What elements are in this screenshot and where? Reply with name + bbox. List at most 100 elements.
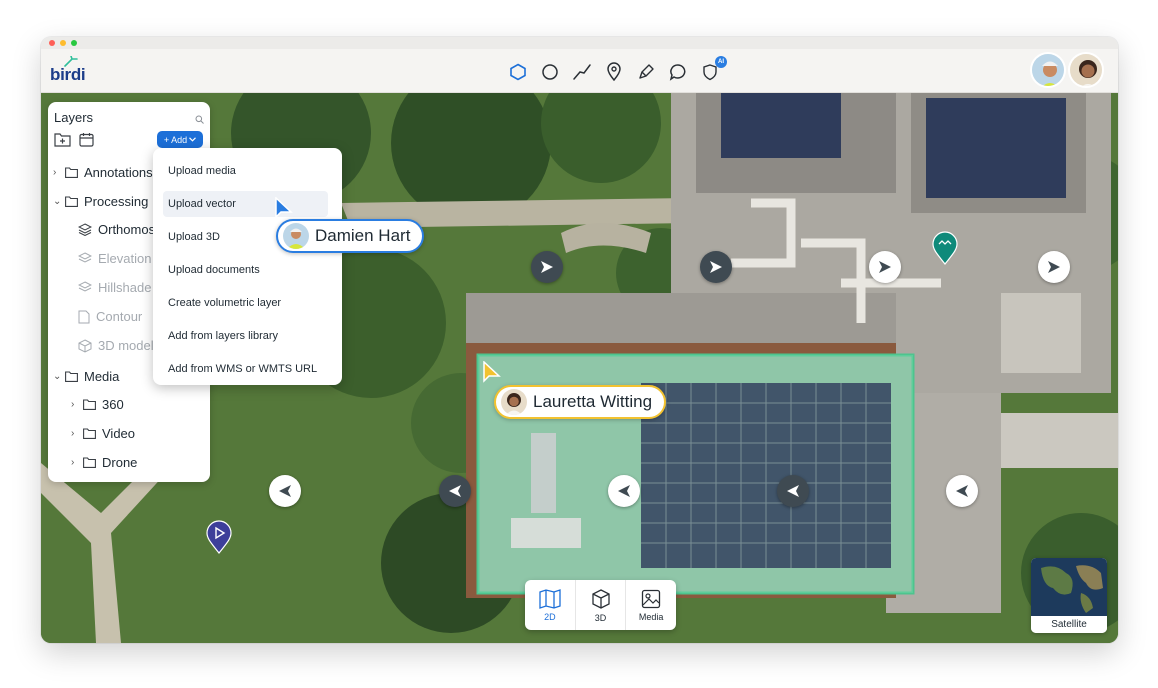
navigation-arrow-icon [618,485,630,497]
navigation-arrow-icon [279,485,291,497]
minimize-window-button[interactable] [60,40,66,46]
tree-item-processing[interactable]: ⌄ Processing [53,194,148,209]
folder-icon [83,428,96,439]
cube-icon [591,588,610,609]
close-window-button[interactable] [49,40,55,46]
cursor-damien-icon [275,197,293,219]
avatar-woman[interactable] [1068,52,1104,88]
tree-label: Drone [102,455,138,470]
tree-item-annotations[interactable]: › Annotations [53,165,153,180]
add-layer-button[interactable]: + Add [157,131,203,148]
navigation-arrow-icon [787,485,799,497]
folder-icon [65,371,78,382]
menu-item-create-volumetric[interactable]: Create volumetric layer [163,290,328,316]
menu-item-upload-media[interactable]: Upload media [163,158,328,184]
chevron-right-icon[interactable]: › [71,428,77,439]
menu-item-layers-library[interactable]: Add from layers library [163,323,328,349]
navigation-arrow-icon [449,485,461,497]
basemap-label: Satellite [1031,616,1107,633]
view-3d-button[interactable]: 3D [576,580,627,630]
tree-item-drone[interactable]: › Drone [71,455,137,470]
pin-tool-icon[interactable] [603,61,625,83]
calendar-icon[interactable] [79,132,94,152]
layers-title: Layers [54,110,94,125]
folder-icon [65,196,78,207]
folder-icon [83,457,96,468]
chevron-right-icon[interactable]: › [53,167,59,178]
collaborator-name: Lauretta Witting [533,392,653,411]
collaborator-name: Damien Hart [315,226,411,245]
collaborator-label-damien: Damien Hart [276,219,425,253]
navigation-arrow-icon [710,261,722,273]
avatar [501,389,527,415]
tree-item-media[interactable]: ⌄ Media [53,369,119,384]
layers-icon [78,281,92,292]
tree-item-360[interactable]: › 360 [71,397,124,412]
nav-marker[interactable] [269,475,301,507]
add-menu: Upload media Upload vector Upload 3D Upl… [153,148,342,385]
nav-marker[interactable] [439,475,471,507]
tree-label: Video [102,426,136,441]
tree-item-3d-model[interactable]: 3D model [78,338,154,353]
birdi-logo[interactable]: birdi [50,56,90,88]
chevron-down-icon[interactable]: ⌄ [53,196,61,207]
ai-badge: AI [715,56,727,68]
layers-tools [54,132,94,152]
comment-tool-icon[interactable] [667,61,689,83]
new-folder-icon[interactable] [54,132,71,152]
chevron-down-icon[interactable]: ⌄ [53,371,61,382]
nav-marker[interactable] [531,251,563,283]
basemap-satellite-button[interactable]: Satellite [1031,558,1107,633]
tree-item-elevation[interactable]: Elevation [78,251,151,266]
view-label: Media [638,611,664,622]
map-canvas[interactable]: Layers + Add › Annotations ⌄ Processing … [41,93,1118,643]
avatar-worker[interactable] [1030,52,1066,88]
tree-item-contour[interactable]: Contour [78,309,142,324]
tree-label: Hillshade [98,280,152,295]
collaborator-label-lauretta: Lauretta Witting [494,385,667,419]
video-pin-icon[interactable] [206,520,232,554]
menu-item-upload-vector[interactable]: Upload vector [163,191,328,217]
folder-icon [65,167,78,178]
menu-item-upload-documents[interactable]: Upload documents [163,257,328,283]
cube-icon [78,338,92,353]
avatar [283,223,309,249]
folder-icon [83,399,96,410]
document-icon [78,310,90,323]
navigation-arrow-icon [1048,261,1060,273]
nav-marker[interactable] [700,251,732,283]
tree-item-video[interactable]: › Video [71,426,135,441]
map-icon [539,588,561,609]
tree-label: Annotations [84,165,153,180]
nav-marker[interactable] [946,475,978,507]
logo-text: birdi [50,65,86,84]
tree-label: 3D model [98,338,154,353]
tree-label: Contour [96,309,143,324]
navigation-arrow-icon [956,485,968,497]
chevron-right-icon[interactable]: › [71,457,77,468]
nav-marker[interactable] [608,475,640,507]
search-icon[interactable] [195,111,204,129]
layers-icon [78,223,92,236]
view-label: 2D [544,611,556,622]
nav-marker[interactable] [1038,251,1070,283]
ai-shield-icon[interactable]: AI [699,56,727,83]
menu-item-wms-url[interactable]: Add from WMS or WMTS URL [163,356,328,382]
add-button-label: + Add [163,134,188,145]
line-tool-icon[interactable] [571,61,593,83]
nav-marker[interactable] [869,251,901,283]
annotation-pin-icon[interactable] [932,231,958,265]
tree-label: Processing [84,194,149,209]
tree-item-hillshade[interactable]: Hillshade [78,280,151,295]
pen-tool-icon[interactable] [635,61,657,83]
tree-label: Elevation [98,251,152,266]
maximize-window-button[interactable] [71,40,77,46]
view-mode-switcher: 2D 3D Media [525,580,676,630]
nav-marker[interactable] [777,475,809,507]
polygon-tool-icon[interactable] [507,61,529,83]
view-media-button[interactable]: Media [626,580,676,630]
navigation-arrow-icon [541,261,553,273]
view-2d-button[interactable]: 2D [525,580,576,630]
circle-tool-icon[interactable] [539,61,561,83]
chevron-right-icon[interactable]: › [71,399,77,410]
